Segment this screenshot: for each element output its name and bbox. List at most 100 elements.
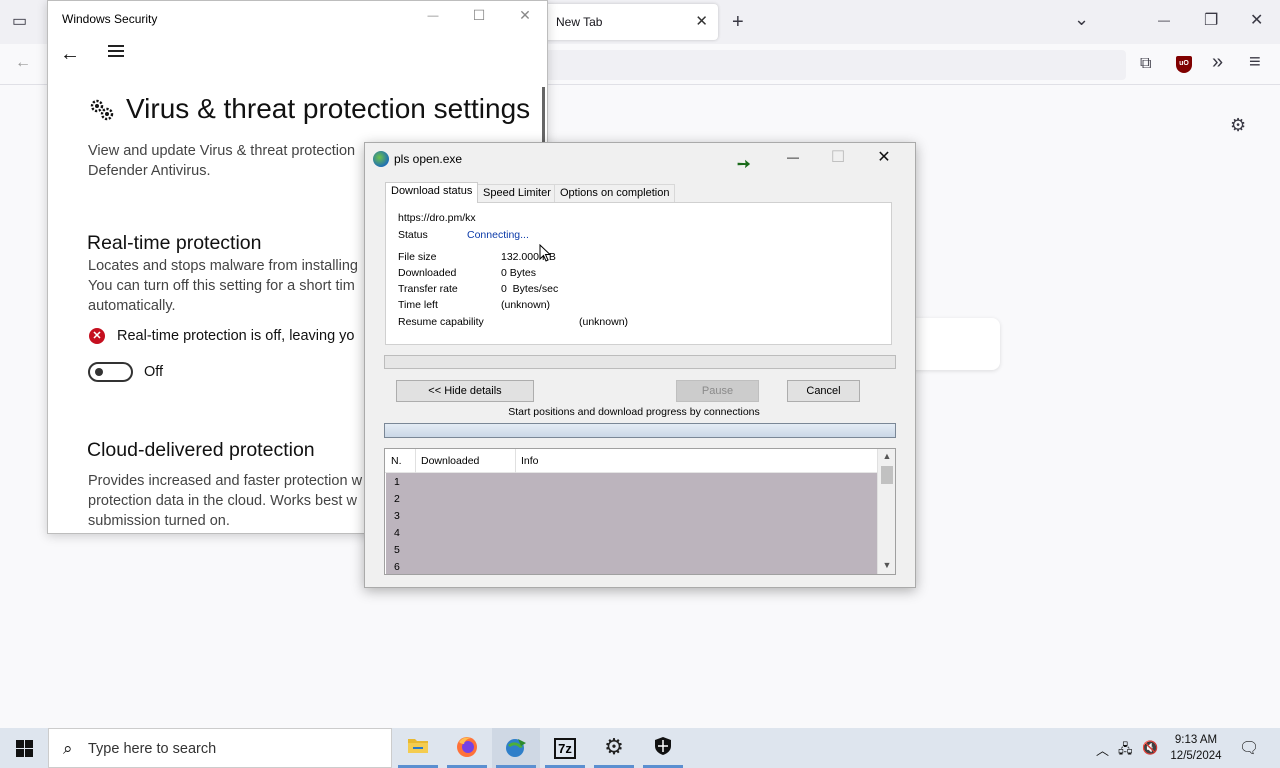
resume-capability-value: (unknown) [579, 316, 629, 328]
transfer-rate-label: Transfer rate [398, 283, 458, 295]
column-info[interactable]: Info [521, 455, 539, 467]
taskbar-settings[interactable]: ⚙ [590, 728, 638, 768]
taskbar-windows-security[interactable] [639, 728, 687, 768]
resume-capability-label: Resume capability [398, 316, 484, 328]
dialog-title: pls open.exe [394, 152, 463, 166]
back-icon[interactable]: ← [15, 55, 31, 71]
windows-start-icon[interactable] [16, 740, 33, 757]
firefox-view-icon[interactable]: ▭ [12, 14, 27, 30]
ublock-origin-icon[interactable]: uO [1176, 56, 1192, 73]
cancel-button[interactable]: Cancel [787, 380, 860, 402]
taskbar-file-explorer[interactable] [394, 728, 442, 768]
tab-speed-limiter[interactable]: Speed Limiter [477, 184, 557, 202]
shield-icon [639, 736, 687, 762]
list-item[interactable]: 1 [394, 476, 400, 488]
list-item[interactable]: 4 [394, 527, 400, 539]
status-label: Status [398, 229, 428, 241]
transfer-rate-value: 0 Bytes/sec [501, 283, 559, 295]
new-tab-settings-icon[interactable]: ⚙ [1230, 116, 1246, 134]
column-divider [415, 449, 416, 473]
toggle-state-label: Off [144, 364, 164, 380]
firefox-restore-button[interactable]: ❐ [1204, 13, 1218, 29]
connections-progress-bar [384, 423, 896, 438]
page-title: Virus & threat protection settings [126, 93, 531, 124]
back-arrow-icon[interactable]: ← [60, 43, 80, 66]
hamburger-menu-icon[interactable] [108, 45, 124, 57]
time-left-value: (unknown) [501, 299, 551, 311]
7zip-label: 7z [554, 738, 576, 759]
realtime-description-line-1: Locates and stops malware from installin… [88, 258, 358, 274]
file-size-label: File size [398, 251, 437, 263]
search-placeholder: Type here to search [88, 741, 217, 757]
maximize-button[interactable]: ☐ [464, 7, 494, 24]
cloud-description-line-3: submission turned on. [88, 513, 230, 529]
scroll-down-icon[interactable]: ▼ [878, 560, 896, 570]
cloud-description-line-1: Provides increased and faster protection… [88, 473, 363, 489]
realtime-protection-toggle[interactable] [88, 362, 133, 382]
realtime-protection-heading: Real-time protection [87, 232, 262, 254]
dialog-minimize-button[interactable]: — [778, 150, 808, 164]
notifications-icon[interactable]: 🗨 [1239, 738, 1259, 758]
search-icon: ⌕ [63, 739, 73, 758]
connections-list-header: N. Downloaded Info [385, 449, 877, 473]
connections-list: N. Downloaded Info 1 2 3 4 5 6 ▲ ▼ [384, 448, 896, 575]
pause-button: Pause [676, 380, 759, 402]
connections-label: Start positions and download progress by… [508, 406, 760, 418]
address-bar[interactable] [540, 50, 1126, 80]
intro-text-line-2: Defender Antivirus. [88, 163, 211, 179]
download-url: https://dro.pm/kx [398, 212, 476, 224]
tab-download-status[interactable]: Download status [385, 182, 479, 203]
column-number[interactable]: N. [391, 455, 402, 467]
idm-logo-icon [373, 151, 389, 167]
minimize-button[interactable]: — [418, 10, 448, 22]
idm-icon [492, 736, 540, 764]
scroll-thumb[interactable] [881, 466, 893, 484]
show-hidden-icons-icon[interactable]: ︿ [1096, 740, 1109, 759]
firefox-close-button[interactable]: ✕ [1250, 13, 1263, 29]
close-button[interactable]: ✕ [510, 7, 540, 24]
taskbar-internet-download-manager[interactable] [492, 728, 540, 768]
clock-time: 9:13 AM [1174, 734, 1218, 746]
connections-list-body: 1 2 3 4 5 6 [386, 473, 877, 574]
cloud-description-line-2: protection data in the cloud. Works best… [88, 493, 357, 509]
cloud-protection-heading: Cloud-delivered protection [87, 439, 315, 461]
overflow-menu-icon[interactable]: » [1212, 52, 1223, 72]
close-tab-icon[interactable]: ✕ [695, 12, 708, 30]
settings-gear-icon: ⚙ [604, 734, 624, 759]
system-clock[interactable]: 9:13 AM 12/5/2024 [1166, 732, 1226, 764]
realtime-warning-text: Real-time protection is off, leaving yo [117, 328, 355, 344]
firefox-icon [443, 736, 491, 764]
mouse-cursor-icon [539, 244, 551, 262]
list-item[interactable]: 6 [394, 561, 400, 573]
network-icon[interactable]: 🖧 [1118, 740, 1133, 762]
7zip-icon: 7z [541, 736, 589, 759]
dialog-close-button[interactable]: ✕ [869, 147, 899, 167]
column-downloaded[interactable]: Downloaded [421, 455, 479, 467]
column-divider [515, 449, 516, 473]
tab-options-on-completion[interactable]: Options on completion [554, 184, 676, 202]
taskbar-firefox[interactable] [443, 728, 491, 768]
firefox-tab-title: New Tab [556, 15, 603, 29]
hide-details-button[interactable]: << Hide details [396, 380, 534, 402]
status-value: Connecting... [467, 229, 529, 241]
list-all-tabs-icon[interactable]: ⌄ [1074, 10, 1089, 28]
taskbar-7zip[interactable]: 7z [541, 728, 589, 768]
firefox-minimize-button[interactable]: — [1158, 14, 1170, 26]
download-status-panel: https://dro.pm/kx Status Connecting... F… [385, 202, 892, 345]
scroll-up-icon[interactable]: ▲ [878, 451, 896, 461]
firefox-tab-new-tab[interactable]: New Tab ✕ [520, 4, 718, 40]
file-explorer-icon [394, 736, 442, 760]
scrollbar[interactable] [542, 87, 545, 145]
app-menu-icon[interactable]: ≡ [1249, 52, 1261, 72]
list-item[interactable]: 5 [394, 544, 400, 556]
list-scrollbar[interactable]: ▲ ▼ [877, 449, 895, 574]
volume-muted-icon[interactable]: 🔇 [1142, 740, 1158, 756]
downloaded-label: Downloaded [398, 267, 457, 279]
settings-gears-icon [90, 99, 114, 121]
taskbar-search-box[interactable]: ⌕ Type here to search [48, 728, 392, 768]
extensions-icon[interactable]: ⧉ [1140, 56, 1151, 72]
new-tab-button[interactable]: + [732, 12, 744, 32]
clock-date: 12/5/2024 [1170, 750, 1222, 762]
list-item[interactable]: 2 [394, 493, 400, 505]
list-item[interactable]: 3 [394, 510, 400, 522]
